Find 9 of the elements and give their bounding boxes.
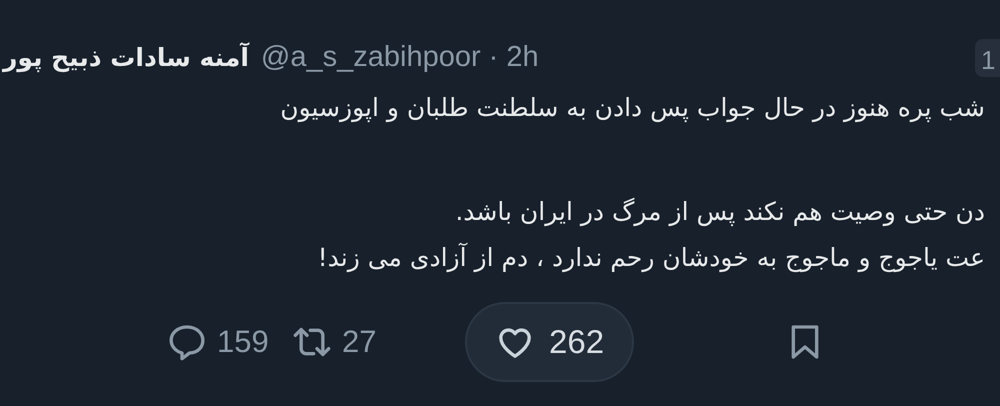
tweet-text-line: شب پره هنوز در حال جواب پس دادن به سلطنت طلبان و اپوزسیون (280, 92, 985, 124)
count-badge: 1 (975, 39, 1000, 77)
author-handle[interactable]: @a_s_zabihpoor · 2h (260, 36, 539, 80)
repost-button[interactable]: 27 (292, 302, 376, 382)
author-name[interactable]: آمنه سادات ذبیح پور (0, 39, 249, 77)
tweet-text-line: عت یاجوج و ماجوج به خودشان رحم ندارد ، دم از آزادی می زند! (318, 242, 985, 274)
tweet-text-line: دن حتی وصیت هم نکند پس از مرگ در ایران باشد. (455, 196, 985, 228)
like-button[interactable]: 262 (465, 302, 634, 382)
reply-button[interactable]: 159 (167, 302, 269, 382)
